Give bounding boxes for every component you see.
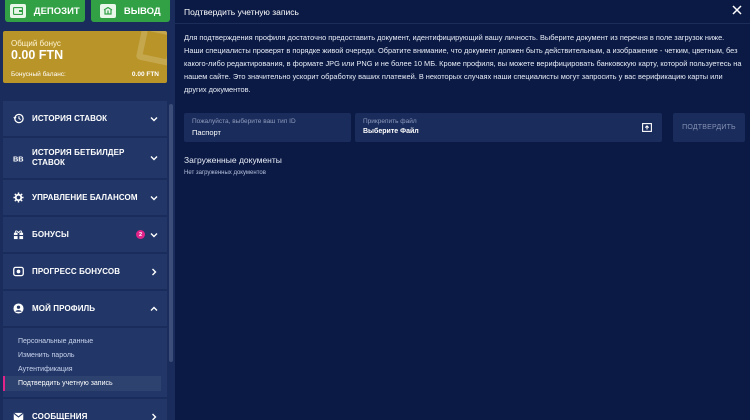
bonus-card: Общий бонус 0.00 FTN Бонусный баланс: 0.… xyxy=(3,31,167,83)
sidebar-item-label: БОНУСЫ xyxy=(32,229,69,239)
sidebar-item-label: СООБЩЕНИЯ xyxy=(32,411,88,420)
withdraw-label: ВЫВОД xyxy=(123,5,161,17)
sidebar-item-my-profile[interactable]: МОЙ ПРОФИЛЬ xyxy=(3,291,167,326)
sidebar-item-label: ИСТОРИЯ СТАВОК xyxy=(32,113,108,123)
uploaded-documents-title: Загруженные документы xyxy=(184,155,282,165)
sidebar-item-label: ИСТОРИЯ БЕТБИЛДЕР СТАВОК xyxy=(32,148,125,167)
profile-submenu: Персональные данные Изменить пароль Ауте… xyxy=(3,328,167,397)
main-panel: Подтвердить учетную запись Для подтвержд… xyxy=(175,0,750,420)
close-icon[interactable] xyxy=(730,3,744,17)
chevron-down-icon xyxy=(150,156,158,161)
bonus-balance-label: Бонусный баланс: xyxy=(11,71,66,78)
chevron-up-icon xyxy=(150,306,158,311)
chevron-down-icon xyxy=(150,232,158,237)
sidebar-item-bonuses[interactable]: БОНУСЫ 2 xyxy=(3,217,167,252)
submenu-change-password[interactable]: Изменить пароль xyxy=(3,348,167,362)
sidebar-item-balance-management[interactable]: УПРАВЛЕНИЕ БАЛАНСОМ xyxy=(3,180,167,215)
sidebar-scrollbar[interactable] xyxy=(169,104,173,362)
sidebar-item-messages[interactable]: СООБЩЕНИЯ xyxy=(3,399,167,420)
sidebar-item-bet-history[interactable]: ИСТОРИЯ СТАВОК xyxy=(3,101,167,136)
bonus-count-badge: 2 xyxy=(136,230,145,239)
deposit-icon xyxy=(9,4,26,18)
sidebar: ДЕПОЗИТ ВЫВОД Общий бонус 0.00 FTN Бонус… xyxy=(0,0,175,420)
bonus-decoration xyxy=(135,31,167,67)
file-upload-field[interactable]: Прикрепить файл Выберите Файл xyxy=(355,113,662,142)
sidebar-menu: ИСТОРИЯ СТАВОК BB ИСТОРИЯ БЕТБИЛДЕР СТАВ… xyxy=(3,101,167,420)
user-icon xyxy=(13,303,24,314)
chevron-down-icon xyxy=(150,116,158,121)
deposit-label: ДЕПОЗИТ xyxy=(33,5,80,17)
chevron-right-icon xyxy=(152,413,157,420)
bonus-amount: 0.00 FTN xyxy=(11,48,64,62)
history-icon xyxy=(13,113,24,124)
no-documents-text: Нет загруженных документов xyxy=(184,170,266,176)
upload-icon[interactable] xyxy=(642,123,652,132)
page-title: Подтвердить учетную запись xyxy=(184,6,299,17)
sidebar-item-label: МОЙ ПРОФИЛЬ xyxy=(32,303,96,313)
submenu-authentication[interactable]: Аутентификация xyxy=(3,362,167,376)
sidebar-item-betbuilder-history[interactable]: BB ИСТОРИЯ БЕТБИЛДЕР СТАВОК xyxy=(3,138,167,178)
sidebar-item-label: ПРОГРЕСС БОНУСОВ xyxy=(32,266,121,276)
document-type-select[interactable]: Пожалуйста, выберите ваш тип ID Паспорт xyxy=(184,113,351,142)
document-type-label: Пожалуйста, выберите ваш тип ID xyxy=(192,118,296,125)
sidebar-item-bonus-progress[interactable]: ПРОГРЕСС БОНУСОВ xyxy=(3,254,167,289)
gear-icon xyxy=(13,192,24,203)
verification-description: Для подтверждения профиля достаточно пре… xyxy=(184,33,742,94)
submenu-verify-account[interactable]: Подтвердить учетную запись xyxy=(3,376,161,391)
svg-text:BB: BB xyxy=(13,154,24,163)
gift-icon xyxy=(13,230,24,240)
submenu-personal-data[interactable]: Персональные данные xyxy=(3,334,167,348)
chevron-down-icon xyxy=(150,195,158,200)
messages-icon xyxy=(13,412,24,420)
withdraw-button[interactable]: ВЫВОД xyxy=(90,0,170,22)
bonus-title: Общий бонус xyxy=(11,39,61,48)
progress-icon xyxy=(13,266,24,277)
chevron-right-icon xyxy=(152,268,157,275)
file-upload-value: Выберите Файл xyxy=(363,128,419,135)
app-root: ДЕПОЗИТ ВЫВОД Общий бонус 0.00 FTN Бонус… xyxy=(0,0,750,420)
betbuilder-icon: BB xyxy=(13,154,24,163)
file-upload-label: Прикрепить файл xyxy=(363,118,417,125)
sidebar-item-label: УПРАВЛЕНИЕ БАЛАНСОМ xyxy=(32,192,138,202)
bonus-balance-value: 0.00 FTN xyxy=(131,71,159,78)
deposit-button[interactable]: ДЕПОЗИТ xyxy=(5,0,85,22)
document-type-value: Паспорт xyxy=(192,128,221,137)
main-header: Подтвердить учетную запись xyxy=(175,0,750,24)
withdraw-icon xyxy=(99,4,116,18)
top-buttons: ДЕПОЗИТ ВЫВОД xyxy=(0,0,175,24)
confirm-button[interactable]: ПОДТВЕРДИТЬ xyxy=(673,113,745,142)
